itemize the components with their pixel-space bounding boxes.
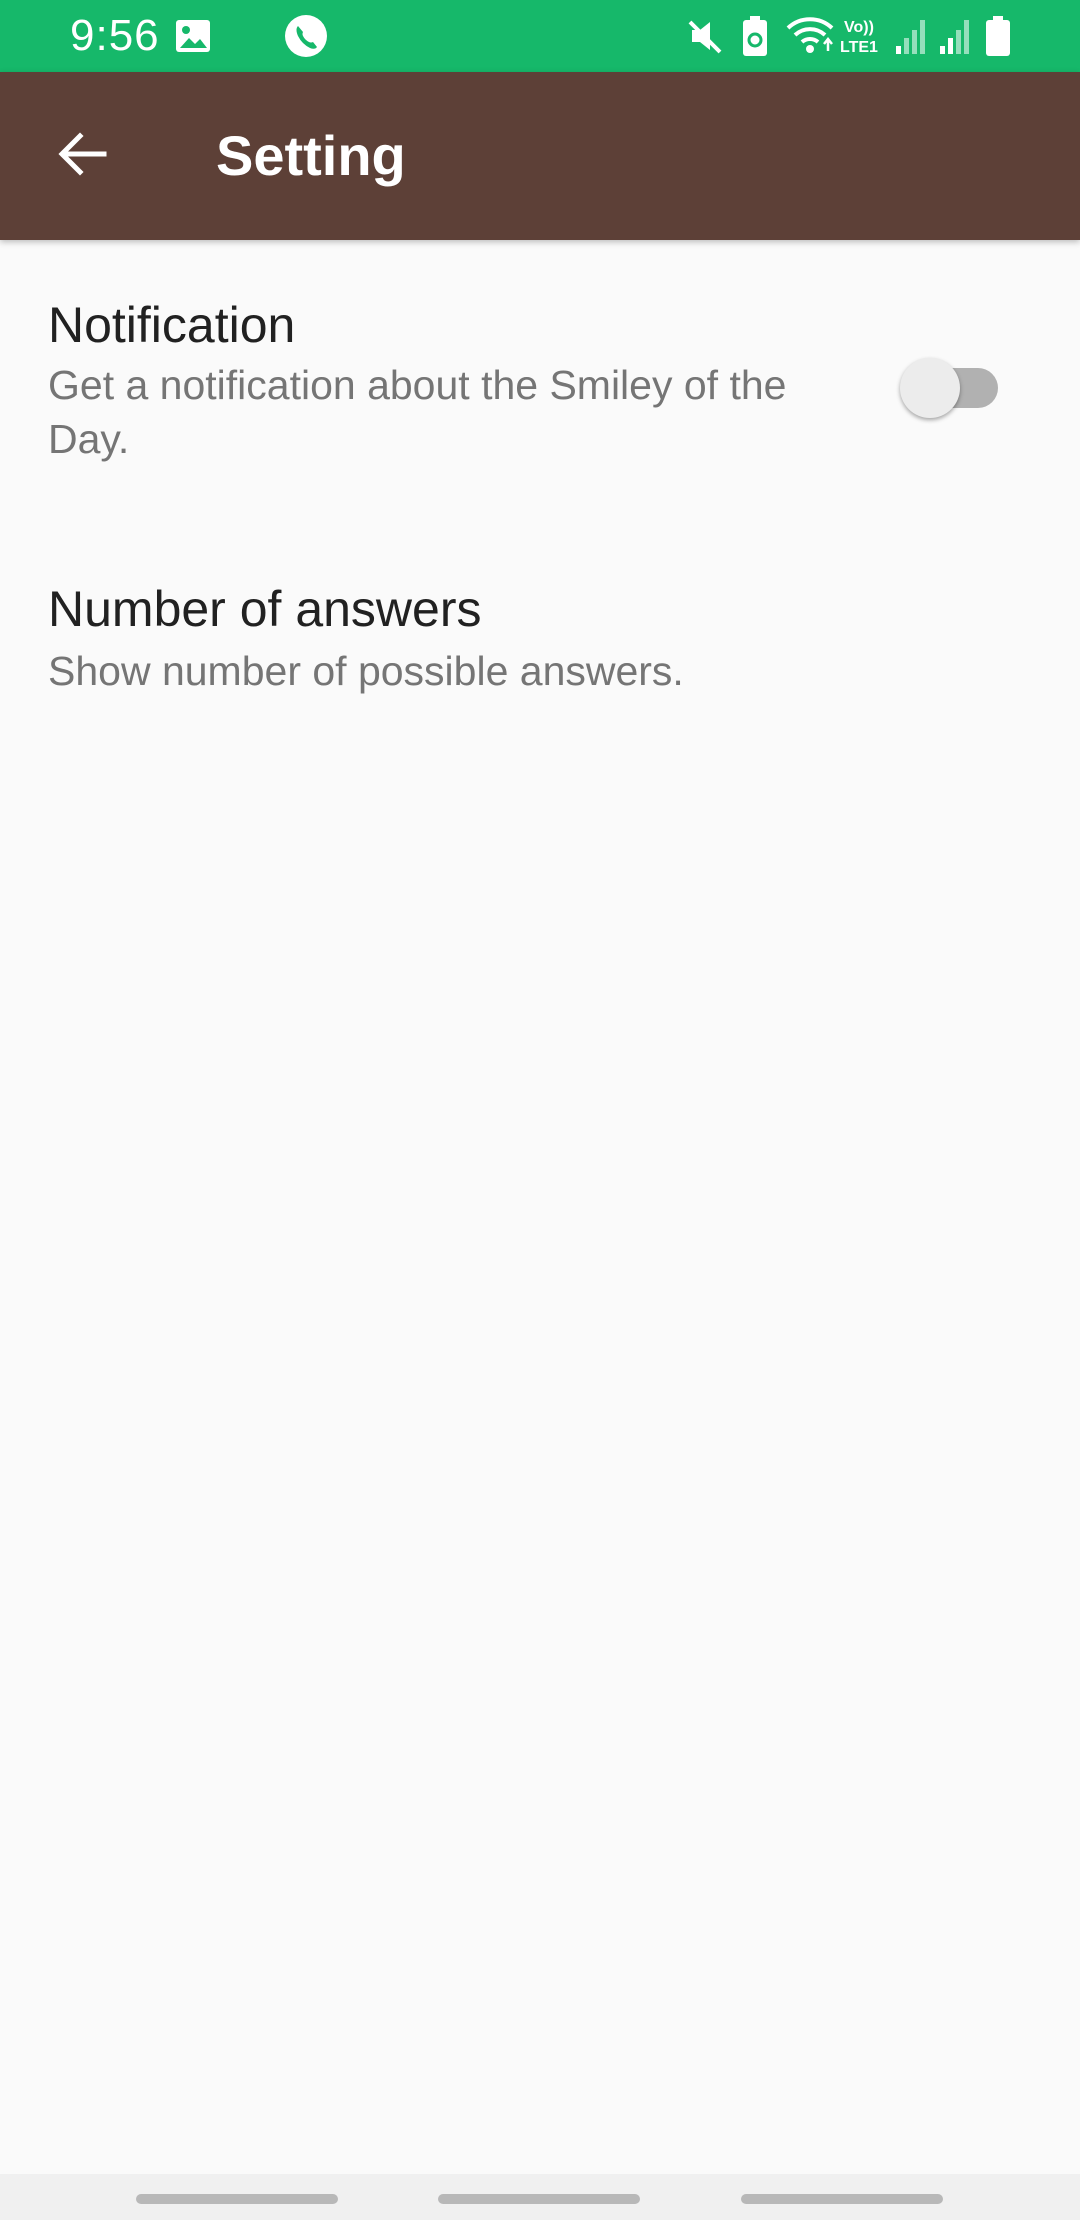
number-of-answers-summary: Show number of possible answers. <box>48 648 684 694</box>
back-gesture-handle[interactable] <box>741 2194 943 2204</box>
number-of-answers-setting[interactable]: Number of answers Show number of possibl… <box>0 560 1080 720</box>
page-title: Setting <box>216 124 406 187</box>
notification-setting[interactable]: Notification Get a notification about th… <box>0 274 1080 504</box>
image-icon <box>174 14 212 58</box>
number-of-answers-title: Number of answers <box>48 581 482 637</box>
signal-icon <box>938 14 974 58</box>
battery-icon <box>984 14 1012 58</box>
app-bar: Setting <box>0 72 1080 240</box>
notification-summary: Get a notification about the Smiley of t… <box>48 362 787 462</box>
arrow-back-icon <box>54 126 110 187</box>
toggle-thumb <box>900 358 960 418</box>
wifi-icon <box>784 14 836 58</box>
signal-icon <box>894 14 930 58</box>
notification-toggle[interactable] <box>900 352 1000 418</box>
svg-text:LTE1: LTE1 <box>840 39 878 56</box>
volte-icon: Vo)) LTE1 <box>840 14 892 58</box>
phone-icon <box>284 14 328 58</box>
recents-gesture-handle[interactable] <box>136 2194 338 2204</box>
battery-saver-icon <box>740 14 770 58</box>
back-button[interactable] <box>40 114 124 198</box>
notification-title: Notification <box>48 297 296 353</box>
navigation-bar <box>0 2174 1080 2220</box>
svg-text:Vo)): Vo)) <box>844 19 874 36</box>
home-gesture-handle[interactable] <box>438 2194 640 2204</box>
status-bar: 9:56 Vo)) LTE1 <box>0 0 1080 72</box>
status-time: 9:56 <box>70 11 160 60</box>
mute-icon <box>686 14 724 58</box>
